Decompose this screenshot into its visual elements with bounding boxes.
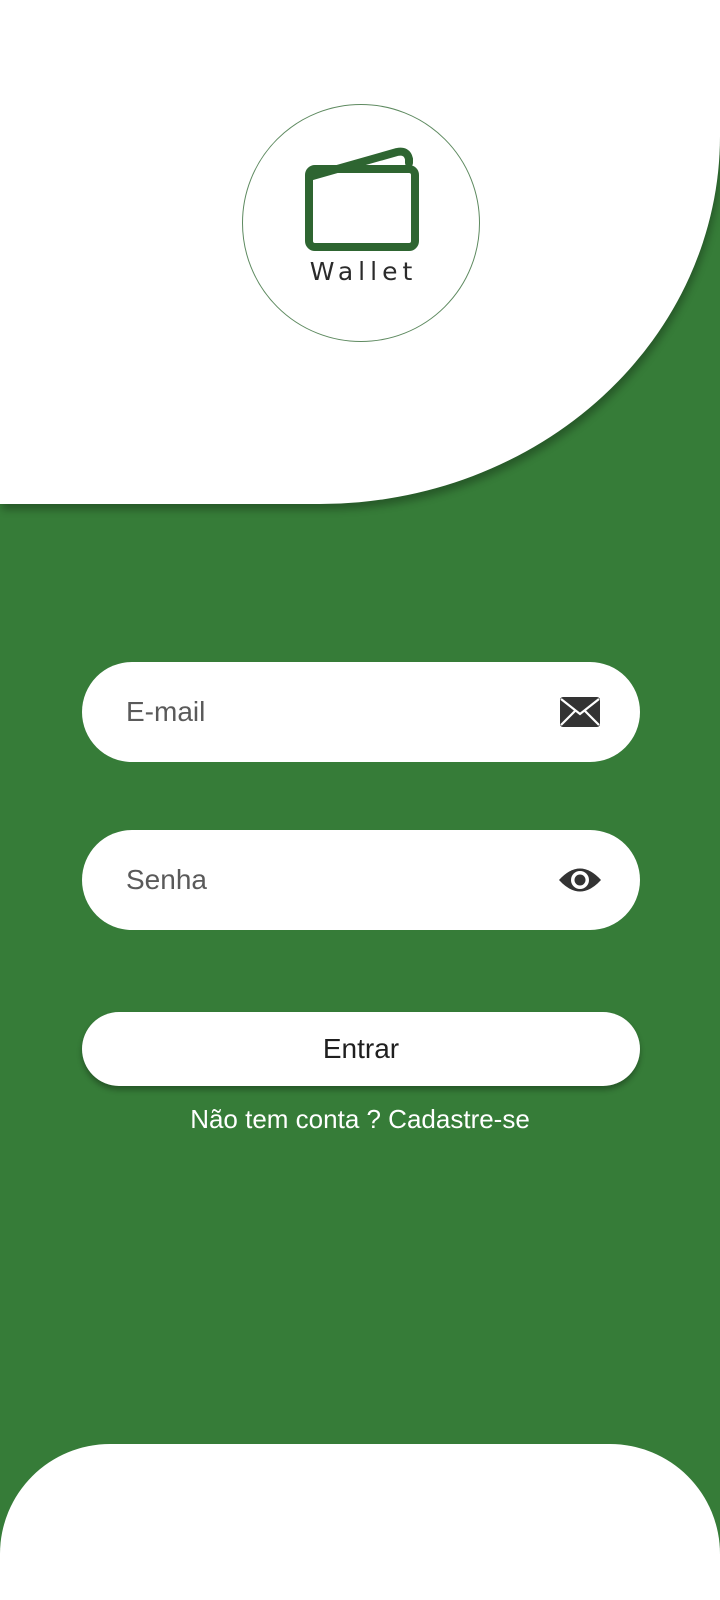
login-button[interactable]: Entrar	[82, 1012, 640, 1086]
logo-text: Wallet	[309, 257, 418, 286]
eye-icon[interactable]	[558, 860, 602, 900]
email-input[interactable]	[126, 662, 526, 762]
envelope-icon	[558, 692, 602, 732]
email-field[interactable]	[82, 662, 640, 762]
wallet-icon	[305, 147, 419, 251]
password-input[interactable]	[126, 830, 526, 930]
signup-link[interactable]: Não tem conta ? Cadastre-se	[0, 1104, 720, 1135]
footer-panel	[0, 1444, 720, 1600]
password-field[interactable]	[82, 830, 640, 930]
app-logo: Wallet	[242, 104, 480, 342]
header-panel: Wallet	[0, 0, 720, 504]
